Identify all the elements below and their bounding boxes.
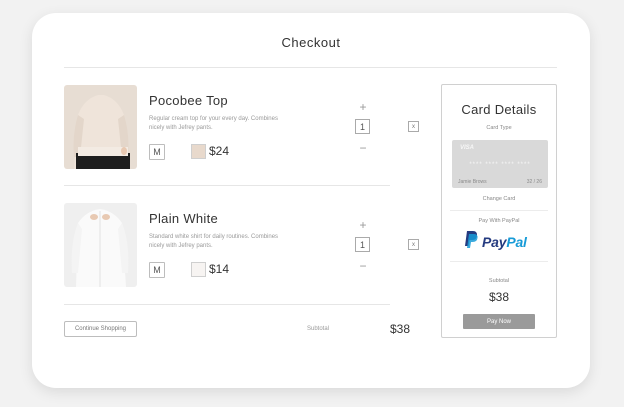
page-title: Checkout xyxy=(281,35,341,50)
card-number: **** **** **** **** xyxy=(469,162,531,168)
panel-subtotal-label: Subtotal xyxy=(488,278,510,284)
credit-card[interactable]: VISA **** **** **** **** Jamie Brows 32 … xyxy=(452,140,548,188)
panel-title: Card Details xyxy=(461,102,537,117)
size-selector[interactable]: M xyxy=(149,262,165,278)
color-swatch[interactable] xyxy=(191,262,206,277)
quantity-decrease-button[interactable]: − xyxy=(356,260,370,272)
item-divider xyxy=(64,185,390,186)
remove-item-button[interactable]: x xyxy=(408,239,419,250)
paypal-word-pay: Pay xyxy=(482,234,507,250)
subtotal-label: Subtotal xyxy=(307,326,330,332)
card-expiry: 32 / 26 xyxy=(526,179,542,185)
pay-now-button[interactable]: Pay Now xyxy=(463,314,535,329)
panel-divider xyxy=(450,261,548,262)
item-name: Pocobee Top xyxy=(149,93,228,108)
size-selector[interactable]: M xyxy=(149,144,165,160)
card-holder: Jamie Brows xyxy=(458,179,487,185)
quantity-increase-button[interactable]: + xyxy=(356,219,370,231)
card-brand: VISA xyxy=(460,145,475,151)
item-description: Standard white shirt for daily routines.… xyxy=(149,234,279,249)
panel-divider xyxy=(450,210,548,211)
color-swatch[interactable] xyxy=(191,144,206,159)
paypal-icon xyxy=(464,231,478,253)
paypal-label: Pay With PayPal xyxy=(478,218,520,224)
quantity-decrease-button[interactable]: − xyxy=(356,142,370,154)
checkout-card: Checkout Pocobee Top Regular cream top f… xyxy=(32,13,590,388)
paypal-wordmark: PayPal xyxy=(482,234,527,250)
remove-item-button[interactable]: x xyxy=(408,121,419,132)
panel-subtotal-value: $38 xyxy=(488,290,510,304)
continue-shopping-button[interactable]: Continue Shopping xyxy=(64,321,137,337)
item-price: $24 xyxy=(209,144,230,158)
cart-item: Plain White Standard white shirt for dai… xyxy=(64,203,419,289)
quantity-field[interactable]: 1 xyxy=(355,237,370,252)
item-divider xyxy=(64,304,390,305)
item-price: $14 xyxy=(209,262,230,276)
product-image xyxy=(64,203,137,287)
cart-item: Pocobee Top Regular cream top for your e… xyxy=(64,85,419,171)
quantity-field[interactable]: 1 xyxy=(355,119,370,134)
paypal-button[interactable]: PayPal xyxy=(464,231,527,253)
item-name: Plain White xyxy=(149,211,219,226)
quantity-increase-button[interactable]: + xyxy=(356,101,370,113)
subtotal-value: $38 xyxy=(390,322,411,336)
change-card-link[interactable]: Change Card xyxy=(442,196,556,202)
card-details-panel: Card Details Card Type VISA **** **** **… xyxy=(441,84,557,338)
item-description: Regular cream top for your every day. Co… xyxy=(149,116,278,131)
paypal-word-pal: Pal xyxy=(506,234,527,250)
product-image xyxy=(64,85,137,169)
header-divider xyxy=(64,67,557,68)
card-type-label: Card Type xyxy=(486,125,512,131)
